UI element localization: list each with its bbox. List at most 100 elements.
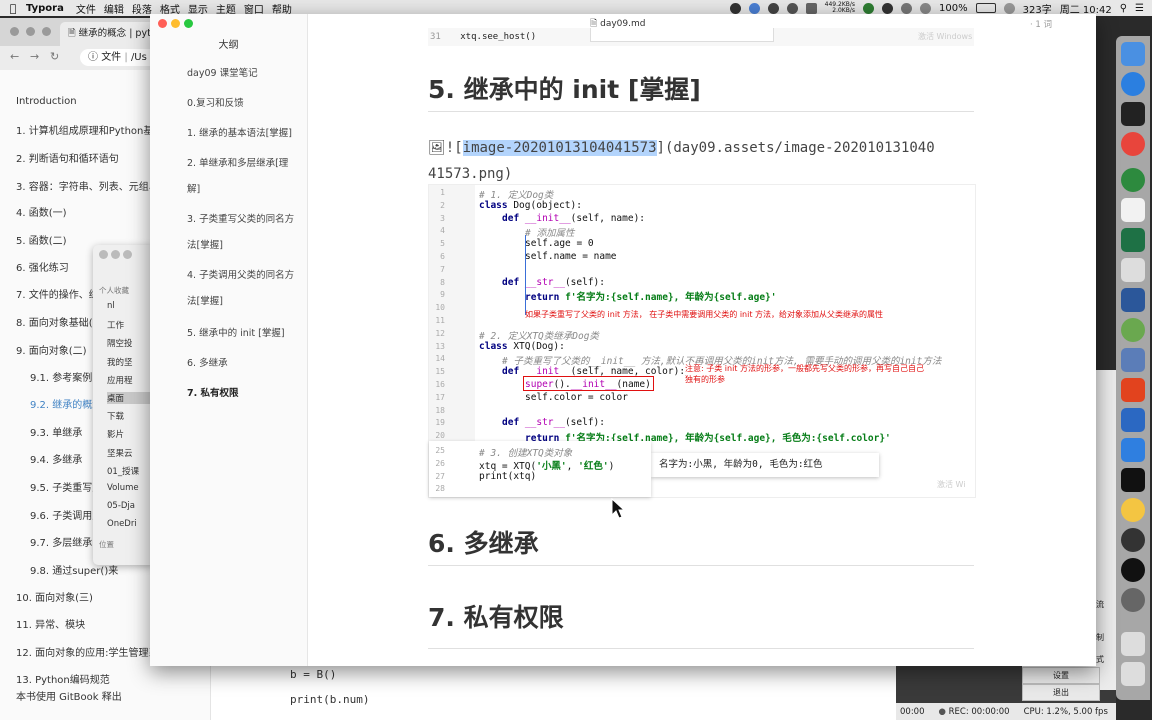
finder-sidebar-item[interactable]: Volume — [107, 483, 139, 493]
list-icon[interactable]: ☰ — [1135, 3, 1144, 14]
finder-sidebar-item[interactable]: 我的坚 — [107, 356, 133, 368]
finder-sidebar-item[interactable]: nl — [107, 301, 115, 311]
tray-record-icon[interactable] — [767, 2, 779, 14]
sidebar-item[interactable]: 9.6. 子类调用父 — [30, 507, 102, 522]
tray-monitor-icon[interactable] — [805, 2, 817, 14]
pycharm-icon[interactable] — [1121, 468, 1145, 492]
battery-percent[interactable]: 100% — [939, 3, 968, 14]
terminal-icon[interactable] — [1121, 102, 1145, 126]
windows-icon[interactable] — [1121, 438, 1145, 462]
wifi-icon[interactable] — [901, 2, 913, 14]
tray-sync-icon[interactable] — [748, 2, 760, 14]
finder-sidebar-item[interactable]: 工作 — [107, 319, 124, 331]
typora-icon[interactable] — [1121, 198, 1145, 222]
close-icon[interactable] — [158, 19, 167, 28]
finder-sidebar-item[interactable]: OneDri — [107, 519, 137, 529]
close-icon[interactable] — [99, 250, 108, 259]
finder-sidebar-item[interactable]: 桌面 — [107, 392, 153, 404]
sidebar-item[interactable]: 9.1. 参考案例: — [30, 369, 96, 384]
obs-icon[interactable] — [1121, 558, 1145, 582]
tray-m-icon[interactable] — [882, 2, 894, 14]
outline-item[interactable]: 6. 多继承 — [187, 350, 228, 377]
minimize-icon[interactable] — [171, 19, 180, 28]
outline-item[interactable]: day09 课堂笔记 — [187, 60, 258, 87]
tool-icon[interactable] — [1121, 408, 1145, 432]
finder-sidebar-item[interactable]: 下载 — [107, 410, 124, 422]
outline-item[interactable]: 7. 私有权限 — [187, 380, 239, 407]
outline-item[interactable]: 法[掌握] — [187, 288, 223, 315]
sidebar-item[interactable]: 4. 函数(一) — [16, 204, 67, 219]
airplay-icon[interactable] — [1003, 2, 1015, 14]
finder-sidebar-item[interactable]: 坚果云 — [107, 447, 133, 459]
image-markdown[interactable]: 🖼![image-20201013104041573](day09.assets… — [428, 135, 988, 187]
heading-7[interactable]: 7. 私有权限 — [428, 598, 564, 634]
sidebar-item[interactable]: 11. 异常、模块 — [16, 616, 85, 631]
tray-mail-icon[interactable] — [786, 2, 798, 14]
reload-icon[interactable]: ↻ — [50, 50, 59, 63]
finder-sidebar-item[interactable]: 01_授课 — [107, 465, 139, 477]
sidebar-item[interactable]: 13. Python编码规范 — [16, 671, 110, 686]
close-icon[interactable] — [10, 27, 19, 36]
outline-item[interactable]: 解] — [187, 176, 200, 203]
settings-button[interactable]: 设置 — [1022, 667, 1100, 684]
finder-app-icon[interactable] — [1121, 42, 1145, 66]
evernote-icon[interactable] — [1121, 168, 1145, 192]
gitbook-footer[interactable]: 本书使用 GitBook 释出 — [16, 688, 122, 703]
outline-item[interactable]: 4. 子类调用父类的同名方 — [187, 262, 294, 289]
back-icon[interactable]: ← — [10, 50, 19, 63]
sidebar-item[interactable]: 6. 强化练习 — [16, 259, 69, 274]
system-preferences-icon[interactable] — [1121, 588, 1145, 612]
folder-icon[interactable] — [1121, 632, 1145, 656]
chrome-icon[interactable] — [1121, 132, 1145, 156]
heading-6[interactable]: 6. 多继承 — [428, 524, 539, 560]
finder-sidebar-item[interactable]: 隔空投 — [107, 337, 133, 349]
zoom-icon[interactable] — [123, 250, 132, 259]
trash-icon[interactable] — [1121, 662, 1145, 686]
excel-icon[interactable] — [1121, 228, 1145, 252]
tray-wechat-icon[interactable] — [863, 2, 875, 14]
sidebar-item[interactable]: 9.4. 多继承 — [30, 451, 82, 466]
sidebar-item[interactable]: 10. 面向对象(三) — [16, 589, 93, 604]
menu-file[interactable]: 文件 — [76, 1, 104, 16]
apple-icon[interactable]:  — [0, 2, 26, 15]
outline-item[interactable]: 法[掌握] — [187, 232, 223, 259]
zoom-icon[interactable] — [184, 19, 193, 28]
outline-item[interactable]: 3. 子类重写父类的同名方 — [187, 206, 294, 233]
search-icon[interactable]: ⚲ — [1120, 3, 1127, 14]
finder-sidebar-item[interactable]: 05-Dja — [107, 501, 135, 511]
sidebar-item[interactable]: 9.5. 子类重写父 — [30, 479, 102, 494]
sidebar-item[interactable]: 9.7. 多层继承 — [30, 534, 92, 549]
menu-app-name[interactable]: Typora — [26, 3, 76, 14]
sidebar-item[interactable]: 1. 计算机组成原理和Python基础 — [16, 122, 163, 137]
finder-sidebar-item[interactable]: 应用程 — [107, 374, 133, 386]
sidebar-item[interactable]: 5. 函数(二) — [16, 232, 67, 247]
word-icon[interactable] — [1121, 288, 1145, 312]
outline-item[interactable]: 0.复习和反馈 — [187, 90, 244, 117]
sidebar-item[interactable]: 3. 容器：字符串、列表、元组、 — [16, 178, 159, 193]
sidebar-item[interactable]: 12. 面向对象的应用:学生管理系 — [16, 644, 158, 659]
volume-icon[interactable] — [920, 2, 932, 14]
safari-icon[interactable] — [1121, 72, 1145, 96]
finder-sidebar-item[interactable]: 影片 — [107, 428, 124, 440]
sidebar-item[interactable]: 8. 面向对象基础(一 — [16, 314, 103, 329]
sidebar-item[interactable]: Introduction — [16, 96, 77, 107]
outline-item[interactable]: 5. 继承中的 init [掌握] — [187, 320, 285, 347]
zoom-icon[interactable] — [42, 27, 51, 36]
sidebar-item[interactable]: 9. 面向对象(二) — [16, 342, 87, 357]
tray-app-icon[interactable] — [729, 2, 741, 14]
xmind-icon[interactable] — [1121, 378, 1145, 402]
heading-5[interactable]: 5. 继承中的 init [掌握] — [428, 70, 701, 106]
minimize-icon[interactable] — [111, 250, 120, 259]
sidebar-item[interactable]: 9.2. 继承的概念 — [30, 396, 102, 411]
download-icon[interactable] — [1121, 258, 1145, 282]
exit-button[interactable]: 退出 — [1022, 684, 1100, 701]
sidebar-item[interactable]: 7. 文件的操作、综 — [16, 286, 99, 301]
minimize-icon[interactable] — [26, 27, 35, 36]
word-count[interactable]: · 1 词 — [1030, 18, 1052, 30]
chat-icon[interactable] — [1121, 498, 1145, 522]
forward-icon[interactable]: → — [30, 50, 39, 63]
sidebar-item[interactable]: 9.3. 单继承 — [30, 424, 82, 439]
outline-item[interactable]: 2. 单继承和多层继承[理 — [187, 150, 288, 177]
vpn-icon[interactable] — [1121, 318, 1145, 342]
clock-app-icon[interactable] — [1121, 528, 1145, 552]
